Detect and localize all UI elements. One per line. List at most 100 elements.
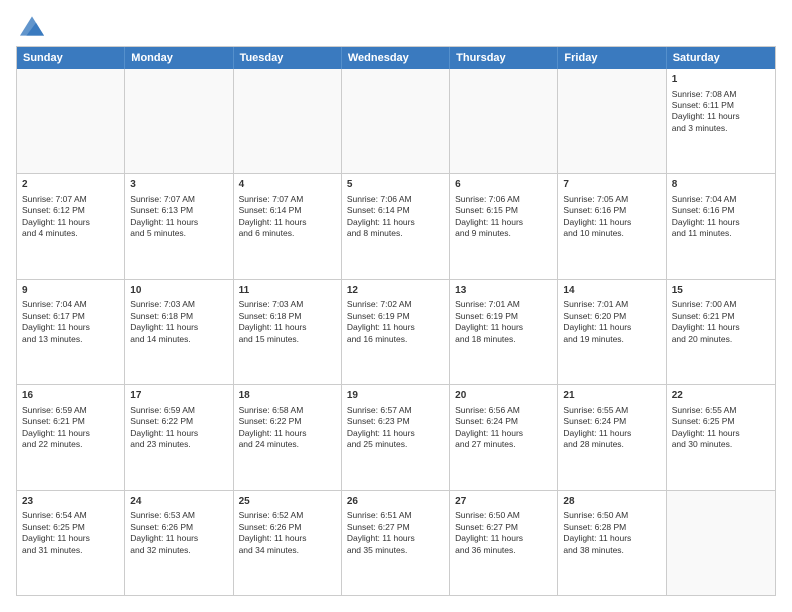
calendar-header: Sunday Monday Tuesday Wednesday Thursday… bbox=[17, 47, 775, 69]
day-info: Sunrise: 6:58 AM Sunset: 6:22 PM Dayligh… bbox=[239, 405, 307, 449]
calendar-cell: 16 Sunrise: 6:59 AM Sunset: 6:21 PM Dayli… bbox=[17, 385, 125, 489]
calendar-cell bbox=[17, 69, 125, 173]
calendar-cell: 13Sunrise: 7:01 AM Sunset: 6:19 PM Dayli… bbox=[450, 280, 558, 384]
calendar-cell: 18Sunrise: 6:58 AM Sunset: 6:22 PM Dayli… bbox=[234, 385, 342, 489]
calendar-cell: 20Sunrise: 6:56 AM Sunset: 6:24 PM Dayli… bbox=[450, 385, 558, 489]
calendar-cell: 15Sunrise: 7:00 AM Sunset: 6:21 PM Dayli… bbox=[667, 280, 775, 384]
page: Sunday Monday Tuesday Wednesday Thursday… bbox=[0, 0, 792, 612]
calendar-cell: 14Sunrise: 7:01 AM Sunset: 6:20 PM Dayli… bbox=[558, 280, 666, 384]
day-number: 1 bbox=[672, 73, 770, 87]
calendar-cell bbox=[234, 69, 342, 173]
day-number: 28 bbox=[563, 495, 660, 509]
day-number: 13 bbox=[455, 284, 552, 298]
day-number: 9 bbox=[22, 284, 119, 298]
day-info: Sunrise: 7:08 AM Sunset: 6:11 PM Dayligh… bbox=[672, 89, 740, 133]
day-number: 25 bbox=[239, 495, 336, 509]
calendar-cell: 27Sunrise: 6:50 AM Sunset: 6:27 PM Dayli… bbox=[450, 491, 558, 595]
day-number: 23 bbox=[22, 495, 119, 509]
header-friday: Friday bbox=[558, 47, 666, 69]
header-monday: Monday bbox=[125, 47, 233, 69]
day-info: Sunrise: 7:04 AM Sunset: 6:17 PM Dayligh… bbox=[22, 299, 90, 343]
day-info: Sunrise: 7:06 AM Sunset: 6:15 PM Dayligh… bbox=[455, 194, 523, 238]
calendar-week-5: 23Sunrise: 6:54 AM Sunset: 6:25 PM Dayli… bbox=[17, 491, 775, 595]
day-number: 5 bbox=[347, 178, 444, 192]
day-info: Sunrise: 6:50 AM Sunset: 6:28 PM Dayligh… bbox=[563, 510, 631, 554]
calendar-cell: 25Sunrise: 6:52 AM Sunset: 6:26 PM Dayli… bbox=[234, 491, 342, 595]
calendar-cell: 23Sunrise: 6:54 AM Sunset: 6:25 PM Dayli… bbox=[17, 491, 125, 595]
day-info: Sunrise: 7:05 AM Sunset: 6:16 PM Dayligh… bbox=[563, 194, 631, 238]
day-info: Sunrise: 6:52 AM Sunset: 6:26 PM Dayligh… bbox=[239, 510, 307, 554]
calendar-cell: 17Sunrise: 6:59 AM Sunset: 6:22 PM Dayli… bbox=[125, 385, 233, 489]
calendar-cell: 19 Sunrise: 6:57 AM Sunset: 6:23 PM Dayli… bbox=[342, 385, 450, 489]
calendar-cell: 10Sunrise: 7:03 AM Sunset: 6:18 PM Dayli… bbox=[125, 280, 233, 384]
logo bbox=[16, 16, 44, 36]
calendar-week-3: 9Sunrise: 7:04 AM Sunset: 6:17 PM Daylig… bbox=[17, 280, 775, 385]
day-number: 10 bbox=[130, 284, 227, 298]
day-number: 2 bbox=[22, 178, 119, 192]
day-number: 22 bbox=[672, 389, 770, 403]
calendar-cell bbox=[342, 69, 450, 173]
calendar-cell: 5 Sunrise: 7:06 AM Sunset: 6:14 PM Daylig… bbox=[342, 174, 450, 278]
calendar-body: 1 Sunrise: 7:08 AM Sunset: 6:11 PM Daylig… bbox=[17, 69, 775, 595]
header-thursday: Thursday bbox=[450, 47, 558, 69]
day-info: Sunrise: 6:55 AM Sunset: 6:24 PM Dayligh… bbox=[563, 405, 631, 449]
day-number: 3 bbox=[130, 178, 227, 192]
header-wednesday: Wednesday bbox=[342, 47, 450, 69]
day-info: Sunrise: 7:02 AM Sunset: 6:19 PM Dayligh… bbox=[347, 299, 415, 343]
calendar-cell bbox=[125, 69, 233, 173]
day-info: Sunrise: 6:50 AM Sunset: 6:27 PM Dayligh… bbox=[455, 510, 523, 554]
calendar-cell: 7 Sunrise: 7:05 AM Sunset: 6:16 PM Daylig… bbox=[558, 174, 666, 278]
calendar-week-2: 2 Sunrise: 7:07 AM Sunset: 6:12 PM Daylig… bbox=[17, 174, 775, 279]
day-info: Sunrise: 7:01 AM Sunset: 6:20 PM Dayligh… bbox=[563, 299, 631, 343]
calendar-cell bbox=[667, 491, 775, 595]
header bbox=[16, 16, 776, 36]
day-info: Sunrise: 6:53 AM Sunset: 6:26 PM Dayligh… bbox=[130, 510, 198, 554]
day-number: 26 bbox=[347, 495, 444, 509]
calendar-cell: 1 Sunrise: 7:08 AM Sunset: 6:11 PM Daylig… bbox=[667, 69, 775, 173]
calendar-week-1: 1 Sunrise: 7:08 AM Sunset: 6:11 PM Daylig… bbox=[17, 69, 775, 174]
day-info: Sunrise: 7:07 AM Sunset: 6:12 PM Dayligh… bbox=[22, 194, 90, 238]
day-number: 6 bbox=[455, 178, 552, 192]
calendar-cell: 24Sunrise: 6:53 AM Sunset: 6:26 PM Dayli… bbox=[125, 491, 233, 595]
calendar-cell: 26Sunrise: 6:51 AM Sunset: 6:27 PM Dayli… bbox=[342, 491, 450, 595]
day-number: 27 bbox=[455, 495, 552, 509]
calendar: Sunday Monday Tuesday Wednesday Thursday… bbox=[16, 46, 776, 596]
day-info: Sunrise: 7:03 AM Sunset: 6:18 PM Dayligh… bbox=[130, 299, 198, 343]
calendar-cell: 28Sunrise: 6:50 AM Sunset: 6:28 PM Dayli… bbox=[558, 491, 666, 595]
calendar-cell bbox=[558, 69, 666, 173]
day-number: 16 bbox=[22, 389, 119, 403]
day-info: Sunrise: 7:07 AM Sunset: 6:13 PM Dayligh… bbox=[130, 194, 198, 238]
day-info: Sunrise: 7:01 AM Sunset: 6:19 PM Dayligh… bbox=[455, 299, 523, 343]
day-number: 11 bbox=[239, 284, 336, 298]
calendar-cell: 4Sunrise: 7:07 AM Sunset: 6:14 PM Daylig… bbox=[234, 174, 342, 278]
calendar-cell: 12Sunrise: 7:02 AM Sunset: 6:19 PM Dayli… bbox=[342, 280, 450, 384]
day-number: 19 bbox=[347, 389, 444, 403]
day-info: Sunrise: 6:56 AM Sunset: 6:24 PM Dayligh… bbox=[455, 405, 523, 449]
day-number: 4 bbox=[239, 178, 336, 192]
day-number: 15 bbox=[672, 284, 770, 298]
header-saturday: Saturday bbox=[667, 47, 775, 69]
day-number: 17 bbox=[130, 389, 227, 403]
day-number: 12 bbox=[347, 284, 444, 298]
day-info: Sunrise: 6:51 AM Sunset: 6:27 PM Dayligh… bbox=[347, 510, 415, 554]
day-info: Sunrise: 7:06 AM Sunset: 6:14 PM Dayligh… bbox=[347, 194, 415, 238]
day-info: Sunrise: 7:04 AM Sunset: 6:16 PM Dayligh… bbox=[672, 194, 740, 238]
calendar-cell: 3 Sunrise: 7:07 AM Sunset: 6:13 PM Daylig… bbox=[125, 174, 233, 278]
day-number: 14 bbox=[563, 284, 660, 298]
calendar-cell bbox=[450, 69, 558, 173]
day-info: Sunrise: 7:00 AM Sunset: 6:21 PM Dayligh… bbox=[672, 299, 740, 343]
header-tuesday: Tuesday bbox=[234, 47, 342, 69]
day-info: Sunrise: 6:57 AM Sunset: 6:23 PM Dayligh… bbox=[347, 405, 415, 449]
calendar-cell: 22Sunrise: 6:55 AM Sunset: 6:25 PM Dayli… bbox=[667, 385, 775, 489]
calendar-cell: 9Sunrise: 7:04 AM Sunset: 6:17 PM Daylig… bbox=[17, 280, 125, 384]
day-number: 7 bbox=[563, 178, 660, 192]
header-sunday: Sunday bbox=[17, 47, 125, 69]
calendar-cell: 6 Sunrise: 7:06 AM Sunset: 6:15 PM Daylig… bbox=[450, 174, 558, 278]
calendar-cell: 11Sunrise: 7:03 AM Sunset: 6:18 PM Dayli… bbox=[234, 280, 342, 384]
calendar-week-4: 16 Sunrise: 6:59 AM Sunset: 6:21 PM Dayli… bbox=[17, 385, 775, 490]
logo-icon bbox=[20, 16, 44, 36]
day-number: 24 bbox=[130, 495, 227, 509]
calendar-cell: 8 Sunrise: 7:04 AM Sunset: 6:16 PM Daylig… bbox=[667, 174, 775, 278]
day-number: 8 bbox=[672, 178, 770, 192]
day-info: Sunrise: 6:59 AM Sunset: 6:21 PM Dayligh… bbox=[22, 405, 90, 449]
